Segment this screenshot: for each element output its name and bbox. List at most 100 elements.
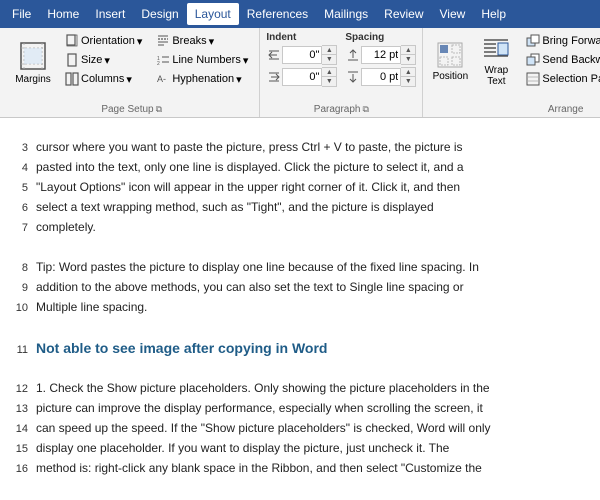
margins-button[interactable]: Margins [10,32,56,92]
indent-right-field: ▲ ▼ [266,67,337,87]
spacing-before-down[interactable]: ▼ [401,55,415,64]
line-text-10: Multiple line spacing. [36,298,592,316]
menu-review[interactable]: Review [376,3,431,25]
wrap-text-label: Wrap Text [478,65,514,87]
line-14: 14 can speed up the speed. If the "Show … [8,419,592,439]
spacing-label: Spacing [345,32,416,43]
spacing-after-input[interactable] [361,68,401,86]
line-num-4: 4 [8,160,28,177]
line-12: 12 1. Check the Show picture placeholder… [8,379,592,399]
breaks-button[interactable]: Breaks ▾ [151,32,253,50]
spacing-before-icon [345,46,361,64]
line-num-5: 5 [8,180,28,197]
paragraph-expand[interactable]: ⧉ [362,104,368,115]
spacing-before-field: ▲ ▼ [345,45,416,65]
columns-dropdown: ▾ [126,73,132,86]
line-8: 8 Tip: Word pastes the picture to displa… [8,258,592,278]
line-text-16: method is: right-click any blank space i… [36,459,592,477]
spacing-after-spinners: ▲ ▼ [401,67,416,87]
arrange-group: Position Wrap Text [423,28,600,117]
spacing-after-field: ▲ ▼ [345,67,416,87]
hyphenation-dropdown: ▾ [236,73,242,86]
indent-right-input[interactable] [282,68,322,86]
line-num-10: 10 [8,300,28,317]
line-10: 10 Multiple line spacing. [8,298,592,318]
arrange-label: Arrange [429,102,600,115]
indent-label: Indent [266,32,337,43]
line-num-15: 15 [8,441,28,458]
page-setup-expand[interactable]: ⧉ [156,104,162,115]
line-9: 9 addition to the above methods, you can… [8,278,592,298]
position-button[interactable]: Position [429,32,471,90]
breaks-dropdown: ▾ [209,35,215,48]
line-text-6: select a text wrapping method, such as "… [36,198,592,216]
line-text-9: addition to the above methods, you can a… [36,278,592,296]
spacing-col: Spacing ▲ ▼ [345,32,416,87]
wrap-text-button[interactable]: Wrap Text [475,32,517,90]
line-num-14: 14 [8,421,28,438]
menu-help[interactable]: Help [473,3,514,25]
indent-col: Indent ▲ ▼ ▲ [266,32,337,87]
page-setup-small-row2: Breaks ▾ 12 Line Numbers ▾ A- Hyphenatio… [151,32,253,88]
line-text-11: Not able to see image after copying in W… [36,338,592,359]
bring-send-col: Bring Forward ▾ Send Backward ▾ Selectio… [521,32,600,88]
line-num-11: 11 [8,342,28,359]
menu-view[interactable]: View [432,3,474,25]
menu-file[interactable]: File [4,3,39,25]
ribbon: Margins Orientation ▾ Size ▾ Columns ▾ [0,28,600,118]
indent-left-down[interactable]: ▼ [322,55,336,64]
paragraph-content: Indent ▲ ▼ ▲ [266,32,416,102]
line-numbers-label: Line Numbers [172,54,240,66]
empty-line-2 [8,318,592,338]
size-button[interactable]: Size ▾ [60,51,147,69]
page-setup-small-row1: Orientation ▾ Size ▾ Columns ▾ [60,32,147,88]
spacing-after-icon [345,68,361,86]
menu-layout[interactable]: Layout [187,3,239,25]
paragraph-group: Indent ▲ ▼ ▲ [260,28,423,117]
send-backward-button[interactable]: Send Backward ▾ [521,51,600,69]
margins-label: Margins [15,74,51,85]
menu-home[interactable]: Home [39,3,87,25]
line-3: 3 cursor where you want to paste the pic… [8,138,592,158]
spacing-after-down[interactable]: ▼ [401,77,415,86]
menu-insert[interactable]: Insert [87,3,133,25]
menu-bar: File Home Insert Design Layout Reference… [0,0,600,28]
selection-pane-button[interactable]: Selection Pane [521,70,600,88]
menu-mailings[interactable]: Mailings [316,3,376,25]
line-13: 13 picture can improve the display perfo… [8,399,592,419]
columns-button[interactable]: Columns ▾ [60,70,147,88]
line-num-13: 13 [8,401,28,418]
bring-forward-button[interactable]: Bring Forward ▾ [521,32,600,50]
indent-right-up[interactable]: ▲ [322,68,336,77]
document-area: 3 cursor where you want to paste the pic… [0,118,600,498]
indent-left-up[interactable]: ▲ [322,46,336,55]
menu-references[interactable]: References [239,3,316,25]
line-6: 6 select a text wrapping method, such as… [8,198,592,218]
line-15: 15 display one placeholder. If you want … [8,439,592,459]
menu-design[interactable]: Design [133,3,186,25]
line-numbers-button[interactable]: 12 Line Numbers ▾ [151,51,253,69]
spacing-after-up[interactable]: ▲ [401,68,415,77]
indent-left-icon [266,46,282,64]
line-5: 5 "Layout Options" icon will appear in t… [8,178,592,198]
line-num-16: 16 [8,461,28,478]
hyphenation-label: Hyphenation [172,73,234,85]
indent-right-down[interactable]: ▼ [322,77,336,86]
page-setup-group: Margins Orientation ▾ Size ▾ Columns ▾ [4,28,260,117]
svg-text:A-: A- [157,74,166,84]
bring-forward-label: Bring Forward [542,35,600,47]
position-icon [436,41,464,69]
line-text-4: pasted into the text, only one line is d… [36,158,592,176]
spacing-before-input[interactable] [361,46,401,64]
line-num-12: 12 [8,381,28,398]
spacing-before-up[interactable]: ▲ [401,46,415,55]
paragraph-label: Paragraph ⧉ [266,102,416,115]
indent-right-icon [266,68,282,86]
breaks-label: Breaks [172,35,206,47]
columns-label: Columns [81,73,124,85]
indent-left-input[interactable] [282,46,322,64]
orientation-button[interactable]: Orientation ▾ [60,32,147,50]
line-text-12: 1. Check the Show picture placeholders. … [36,379,592,397]
hyphenation-button[interactable]: A- Hyphenation ▾ [151,70,253,88]
indent-right-spinners: ▲ ▼ [322,67,337,87]
